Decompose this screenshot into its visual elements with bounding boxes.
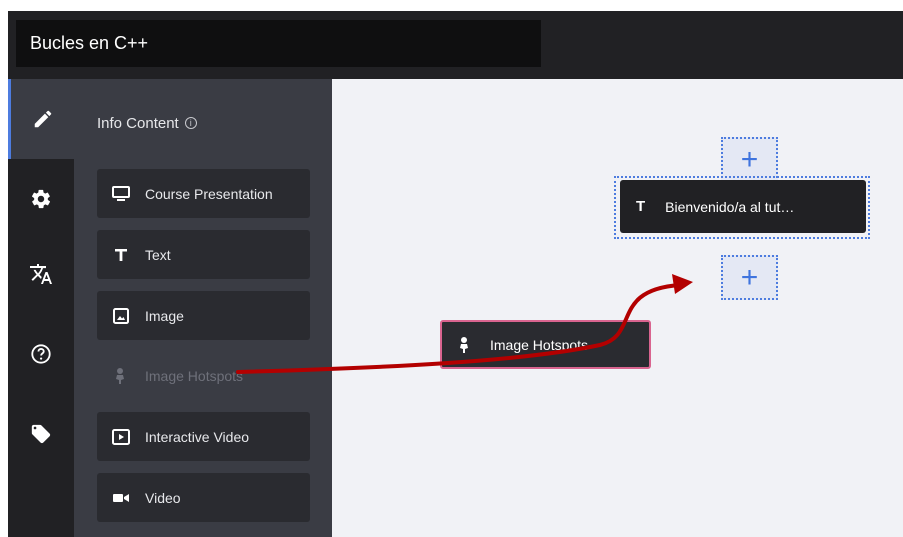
content-types-panel: Info Content i Course Presentation Text I…: [74, 79, 332, 537]
gear-icon: [30, 188, 52, 210]
sidebar-item-settings[interactable]: [8, 159, 74, 239]
text-block-label: Bienvenido/a al tut…: [665, 198, 795, 215]
content-type-video[interactable]: Video: [97, 473, 310, 522]
image-icon: [111, 307, 131, 324]
text-t-icon: T: [636, 198, 646, 215]
monitor-icon: [111, 185, 131, 202]
content-type-interactive-video[interactable]: Interactive Video: [97, 412, 310, 461]
title-field[interactable]: Bucles en C++: [16, 20, 541, 67]
hotspot-pin-icon: [111, 367, 131, 385]
content-type-image[interactable]: Image: [97, 291, 310, 340]
tag-icon: [30, 423, 52, 445]
canvas-text-block[interactable]: T Bienvenido/a al tut…: [620, 180, 866, 233]
help-icon: [30, 343, 52, 365]
info-icon[interactable]: i: [184, 117, 197, 129]
content-type-course-presentation[interactable]: Course Presentation: [97, 169, 310, 218]
dragging-block-label: Image Hotspots: [490, 336, 589, 353]
hotspot-pin-icon: [458, 336, 472, 354]
content-type-text[interactable]: Text: [97, 230, 310, 279]
dragging-image-hotspots-block[interactable]: Image Hotspots: [440, 320, 651, 369]
panel-title: Info Content i: [97, 115, 197, 132]
sidebar-item-help[interactable]: [8, 314, 74, 394]
pencil-icon: [32, 108, 54, 130]
add-content-below-button[interactable]: +: [721, 255, 778, 300]
sidebar-item-edit[interactable]: [8, 79, 74, 159]
content-type-image-hotspots[interactable]: Image Hotspots: [97, 351, 310, 400]
top-bar: Bucles en C++: [8, 11, 903, 79]
sidebar-item-translations[interactable]: [8, 234, 74, 314]
editor-canvas[interactable]: [332, 79, 903, 537]
icon-sidebar: [8, 79, 74, 537]
translate-icon: [29, 262, 53, 286]
video-camera-icon: [111, 492, 131, 504]
play-box-icon: [111, 428, 131, 445]
text-t-icon: [111, 248, 131, 262]
sidebar-item-tags[interactable]: [8, 394, 74, 474]
